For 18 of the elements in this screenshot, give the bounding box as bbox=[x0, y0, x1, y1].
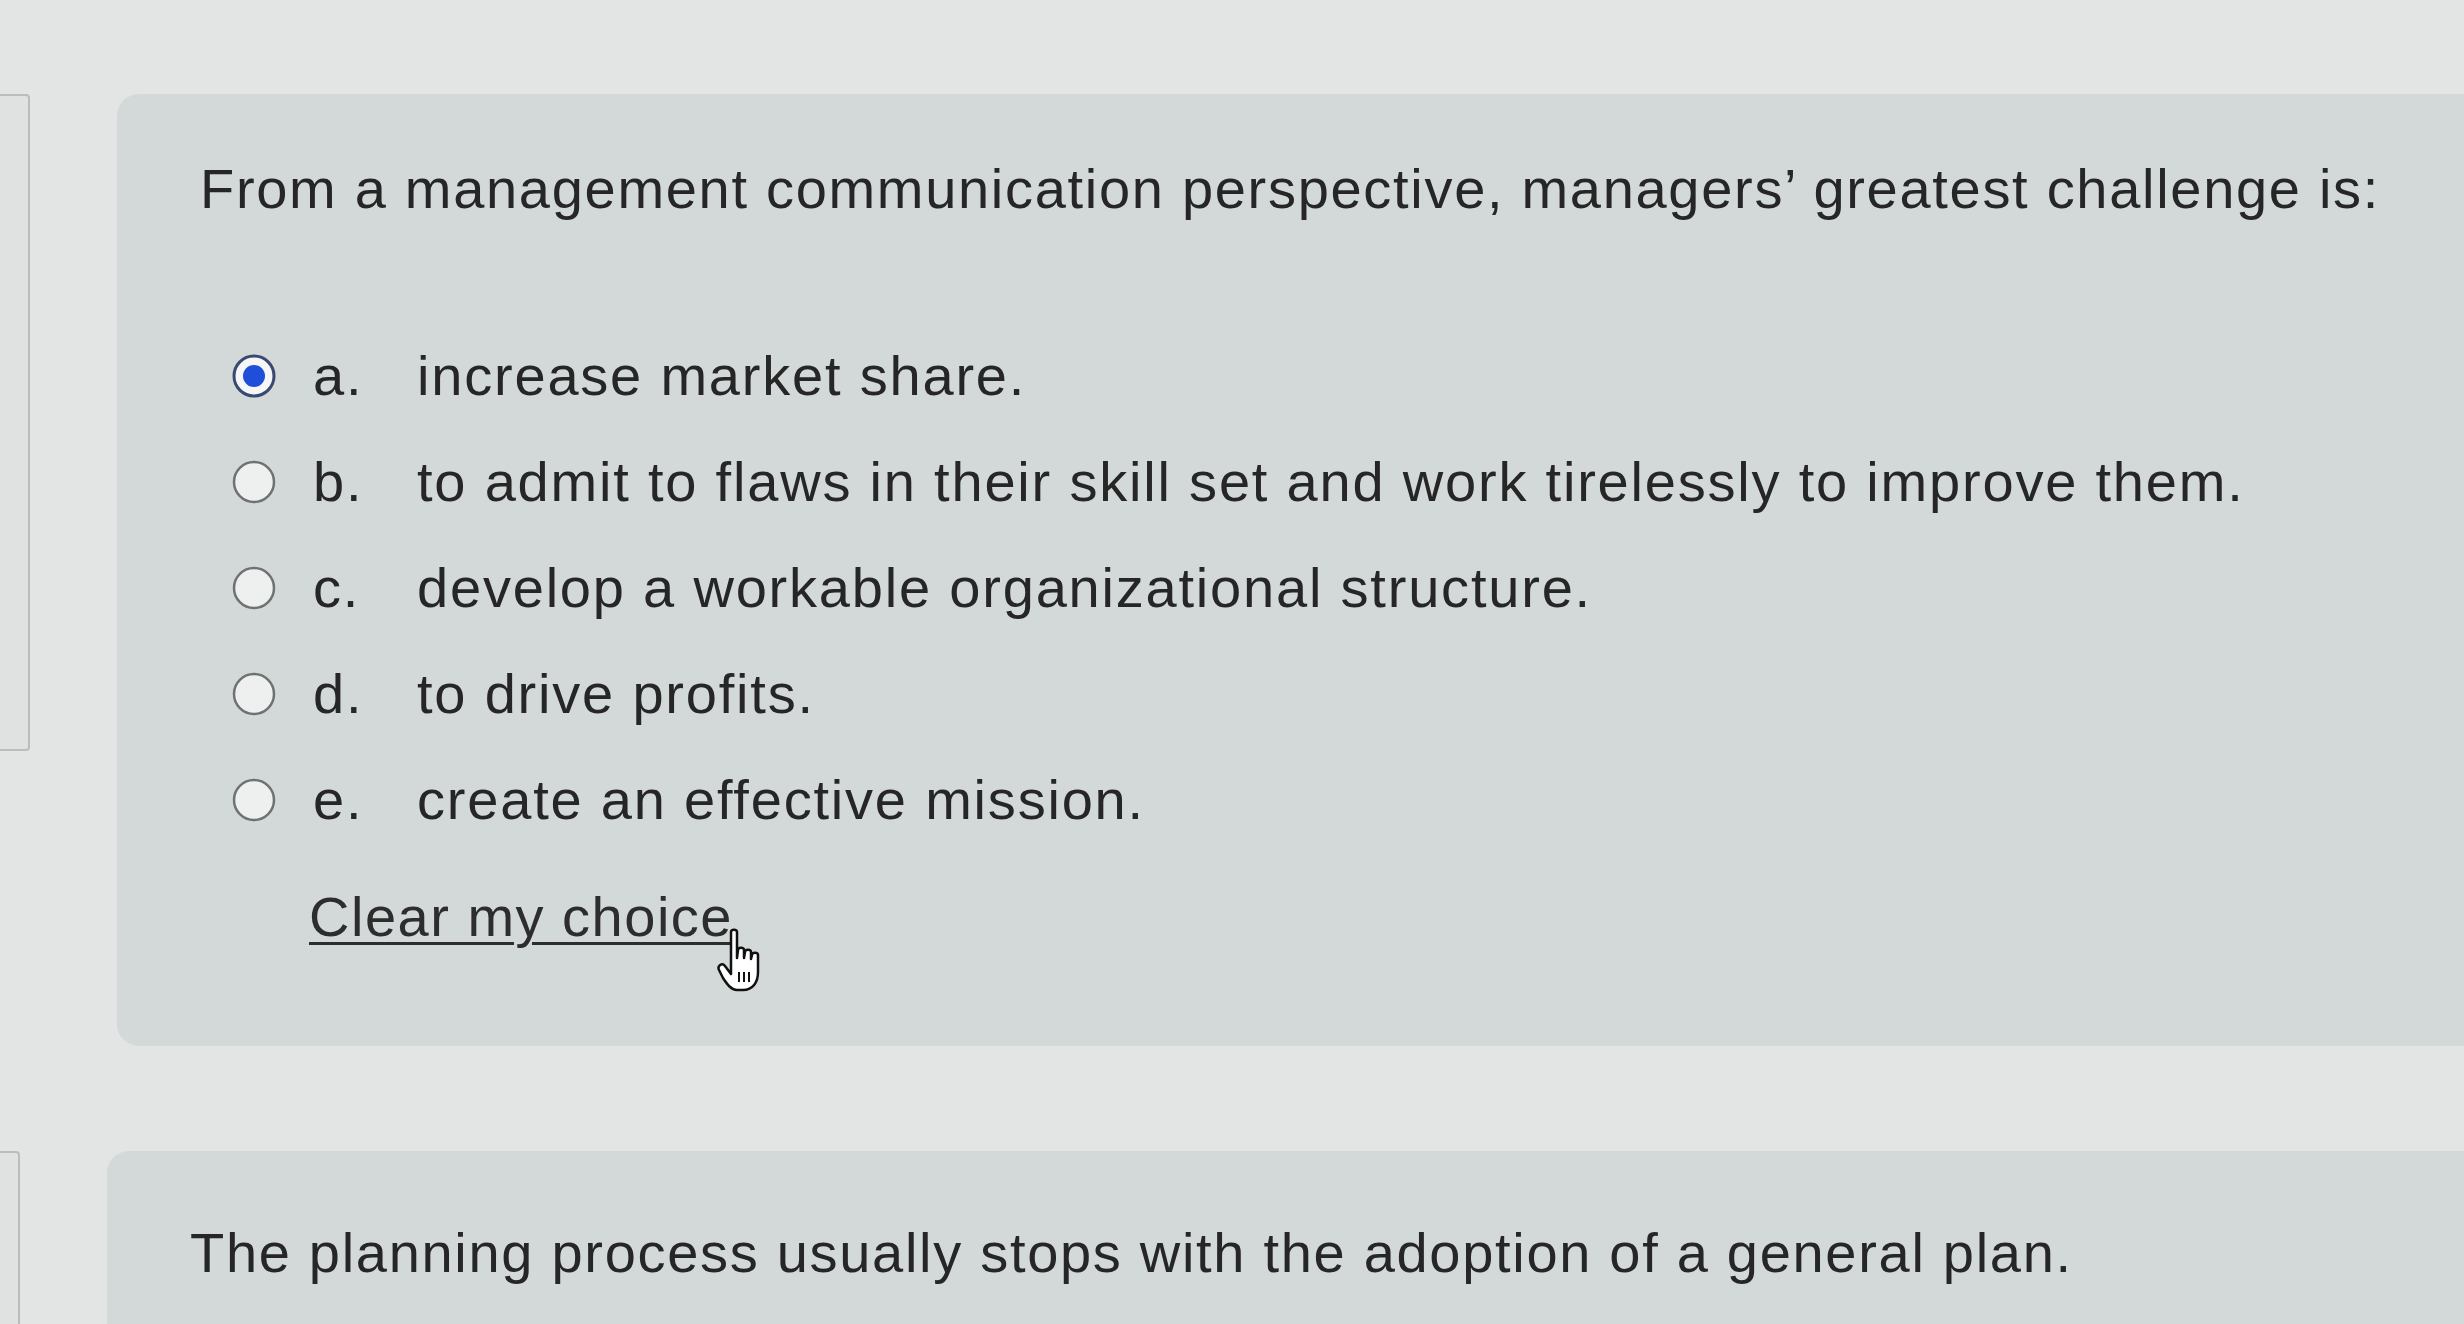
radio-button[interactable] bbox=[232, 778, 276, 822]
option-text: to admit to flaws in their skill set and work tirelessly to improve them. bbox=[417, 449, 2245, 515]
radio-button[interactable] bbox=[232, 460, 276, 504]
clear-choice-link[interactable]: Clear my choice bbox=[309, 885, 733, 948]
option-letter: c. bbox=[313, 555, 362, 621]
option-letter: b. bbox=[313, 449, 365, 515]
option-letter: a. bbox=[313, 343, 365, 409]
radio-button[interactable] bbox=[232, 566, 276, 610]
option-text: develop a workable organizational structure. bbox=[417, 555, 1592, 621]
option-text: create an effective mission. bbox=[417, 767, 1145, 833]
radio-button[interactable] bbox=[232, 672, 276, 716]
question-text: From a management communication perspective, managers’ greatest challenge is: bbox=[200, 156, 2382, 222]
option-text: increase market share. bbox=[417, 343, 1027, 409]
question-text: The planning process usually stops with the adoption of a general plan. bbox=[190, 1220, 2074, 1286]
option-text: to drive profits. bbox=[417, 661, 815, 727]
option-letter: e. bbox=[313, 767, 365, 833]
radio-button[interactable] bbox=[232, 354, 276, 398]
option-letter: d. bbox=[313, 661, 365, 727]
